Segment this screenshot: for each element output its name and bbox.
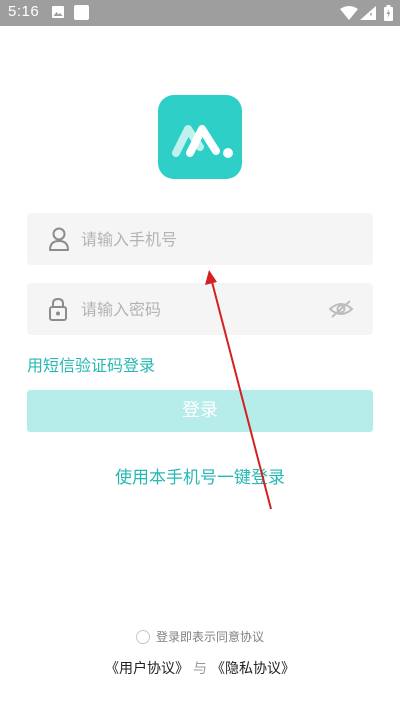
lock-icon [49,297,67,321]
user-icon [49,227,69,251]
image-notification-icon [52,6,64,18]
logo-mark-icon [172,125,233,158]
battery-icon [384,5,393,21]
phone-field[interactable] [27,213,373,265]
agreement-separator: 与 [193,661,207,677]
agreement-radio[interactable] [135,630,150,644]
agreement-links: 《用户协议》与《隐私协议》 [0,658,400,678]
signal-icon [360,6,376,20]
sms-login-link[interactable]: 用短信验证码登录 [27,352,155,376]
agreement-consent-text: 登录即表示同意协议 [155,630,264,644]
app-logo [158,95,242,179]
app-notification-icon [74,5,89,20]
phone-input[interactable] [81,213,331,265]
status-time: 5:16 [8,3,40,20]
agreement-consent[interactable]: 登录即表示同意协议 [0,628,400,645]
wifi-icon [340,6,358,20]
eye-hidden-icon[interactable] [329,299,353,319]
login-button[interactable]: 登录 [27,390,373,432]
user-agreement-link[interactable]: 《用户协议》 [105,661,189,677]
privacy-policy-link[interactable]: 《隐私协议》 [211,661,295,677]
password-input[interactable] [81,283,331,335]
password-field[interactable] [27,283,373,335]
one-key-login-link[interactable]: 使用本手机号一键登录 [0,463,400,488]
status-bar: 5:16 [0,0,400,26]
